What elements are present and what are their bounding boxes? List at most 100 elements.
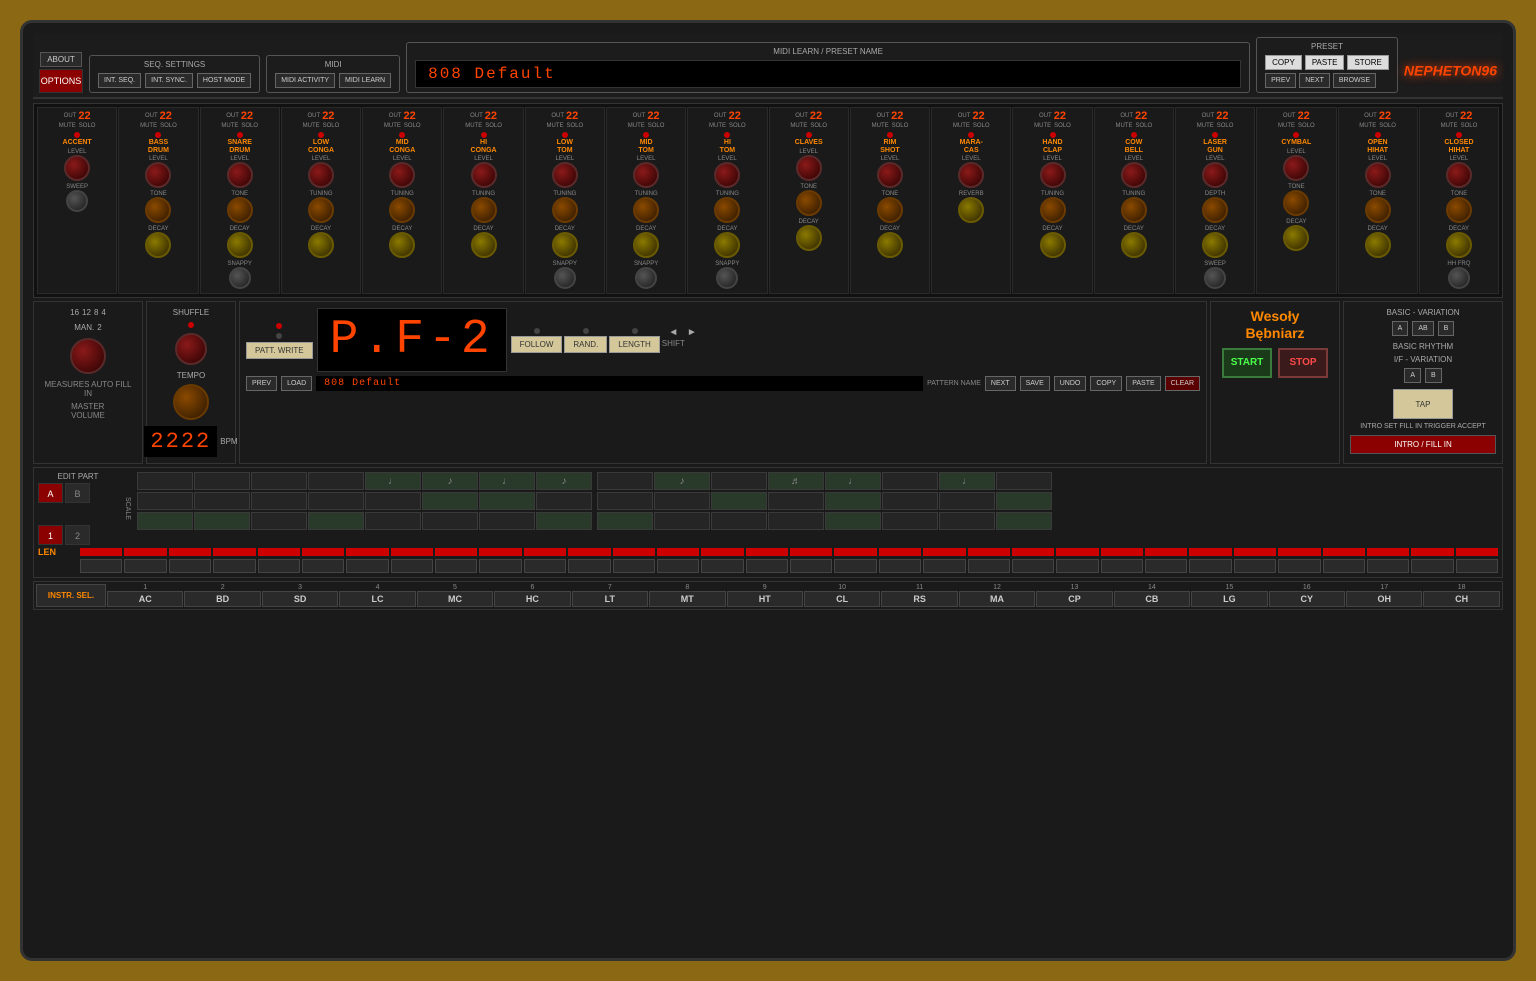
part-btn-15[interactable]	[701, 559, 743, 573]
next-pattern-button[interactable]: NEXT	[985, 376, 1016, 391]
len-led-13[interactable]	[613, 548, 655, 556]
decay-knob-cl[interactable]	[796, 225, 822, 251]
level-knob-lt[interactable]	[552, 162, 578, 188]
len-led-4[interactable]	[213, 548, 255, 556]
mute-ht[interactable]: MUTE	[709, 123, 726, 129]
mute-sd[interactable]: MUTE	[221, 123, 238, 129]
intro-fill-in-button[interactable]: INTRO / FILL IN	[1350, 435, 1496, 454]
decay-knob-lt[interactable]	[552, 232, 578, 258]
paste-preset-button[interactable]: PASTE	[1305, 55, 1345, 70]
mute-mt[interactable]: MUTE	[628, 123, 645, 129]
step-cell-3-1[interactable]	[137, 512, 193, 530]
inst-label-mc[interactable]: 5MC	[417, 584, 493, 607]
level-knob-cl[interactable]	[796, 155, 822, 181]
level-knob-rs[interactable]	[877, 162, 903, 188]
len-led-2[interactable]	[124, 548, 166, 556]
step-cell-3-8[interactable]	[536, 512, 592, 530]
mute-ac[interactable]: MUTE	[59, 123, 76, 129]
prev-pattern-button[interactable]: PREV	[246, 376, 277, 391]
len-led-27[interactable]	[1234, 548, 1276, 556]
len-led-9[interactable]	[435, 548, 477, 556]
int-seq-button[interactable]: INT. SEQ.	[98, 73, 141, 88]
mute-ch[interactable]: MUTE	[1441, 123, 1458, 129]
part-btn-13[interactable]	[613, 559, 655, 573]
step-cell-2-15[interactable]	[939, 492, 995, 510]
tone-knob-sd[interactable]	[227, 197, 253, 223]
part-btn-7[interactable]	[346, 559, 388, 573]
solo-ht[interactable]: SOLO	[729, 123, 746, 129]
step-cell-1-16[interactable]	[996, 472, 1052, 490]
len-led-16[interactable]	[746, 548, 788, 556]
tone-knob-ht[interactable]	[714, 197, 740, 223]
part-btn-17[interactable]	[790, 559, 832, 573]
len-led-10[interactable]	[479, 548, 521, 556]
level-knob-oh[interactable]	[1365, 162, 1391, 188]
len-led-7[interactable]	[346, 548, 388, 556]
level-knob-mt[interactable]	[633, 162, 659, 188]
step-cell-1-11[interactable]	[711, 472, 767, 490]
solo-mt[interactable]: SOLO	[648, 123, 665, 129]
decay-knob-rs[interactable]	[877, 232, 903, 258]
decay-knob-cy[interactable]	[1283, 225, 1309, 251]
tap-button[interactable]: TAP	[1393, 389, 1453, 419]
rand-button[interactable]: RAND.	[564, 336, 607, 353]
tone-knob-ch[interactable]	[1446, 197, 1472, 223]
tone-knob-cl[interactable]	[796, 190, 822, 216]
solo-ac[interactable]: SOLO	[79, 123, 96, 129]
host-mode-button[interactable]: HOST MODE	[197, 73, 251, 88]
paste-pattern-button[interactable]: PASTE	[1126, 376, 1160, 391]
step-cell-3-11[interactable]	[711, 512, 767, 530]
browse-preset-button[interactable]: BROWSE	[1333, 73, 1376, 88]
part-btn-6[interactable]	[302, 559, 344, 573]
length-button[interactable]: LENGTH	[609, 336, 659, 353]
step-cell-2-8[interactable]	[536, 492, 592, 510]
part-btn-20[interactable]	[923, 559, 965, 573]
snappy-knob-lt[interactable]	[554, 267, 576, 289]
follow-button[interactable]: FOLLOW	[511, 336, 563, 353]
inst-label-cl[interactable]: 10CL	[804, 584, 880, 607]
step-cell-2-5[interactable]	[365, 492, 421, 510]
about-button[interactable]: ABOUT	[40, 52, 82, 67]
part-btn-1[interactable]	[80, 559, 122, 573]
part-btn-4[interactable]	[213, 559, 255, 573]
part-btn-3[interactable]	[169, 559, 211, 573]
len-led-19[interactable]	[879, 548, 921, 556]
mute-rs[interactable]: MUTE	[872, 123, 889, 129]
next-preset-button[interactable]: NEXT	[1299, 73, 1330, 88]
step-cell-2-3[interactable]	[251, 492, 307, 510]
part-btn-12[interactable]	[568, 559, 610, 573]
copy-pattern-button[interactable]: COPY	[1090, 376, 1122, 391]
decay-knob-oh[interactable]	[1365, 232, 1391, 258]
decay-knob-lc[interactable]	[308, 232, 334, 258]
start-button[interactable]: START	[1222, 348, 1272, 378]
step-cell-3-5[interactable]	[365, 512, 421, 530]
part-btn-26[interactable]	[1189, 559, 1231, 573]
level-knob-lg[interactable]	[1202, 162, 1228, 188]
save-pattern-button[interactable]: SAVE	[1020, 376, 1050, 391]
tone-knob-lt[interactable]	[552, 197, 578, 223]
len-led-20[interactable]	[923, 548, 965, 556]
decay-knob-hc[interactable]	[471, 232, 497, 258]
level-knob-cb[interactable]	[1121, 162, 1147, 188]
mute-bd[interactable]: MUTE	[140, 123, 157, 129]
step-cell-1-5[interactable]: ♩	[365, 472, 421, 490]
step-cell-2-4[interactable]	[308, 492, 364, 510]
solo-lt[interactable]: SOLO	[566, 123, 583, 129]
solo-hc[interactable]: SOLO	[485, 123, 502, 129]
solo-ma[interactable]: SOLO	[973, 123, 990, 129]
inst-label-lg[interactable]: 15LG	[1191, 584, 1267, 607]
step-cell-3-2[interactable]	[194, 512, 250, 530]
step-cell-2-1[interactable]	[137, 492, 193, 510]
decay-knob-cp[interactable]	[1040, 232, 1066, 258]
step-cell-3-10[interactable]	[654, 512, 710, 530]
part-btn-24[interactable]	[1101, 559, 1143, 573]
tone-knob-mc[interactable]	[389, 197, 415, 223]
len-led-6[interactable]	[302, 548, 344, 556]
step-cell-1-8[interactable]: ♪	[536, 472, 592, 490]
step-cell-1-1[interactable]	[137, 472, 193, 490]
step-cell-2-14[interactable]	[882, 492, 938, 510]
variation-ab-button[interactable]: AB	[1412, 321, 1433, 336]
level-knob-lc[interactable]	[308, 162, 334, 188]
step-cell-3-4[interactable]	[308, 512, 364, 530]
part-btn-21[interactable]	[968, 559, 1010, 573]
